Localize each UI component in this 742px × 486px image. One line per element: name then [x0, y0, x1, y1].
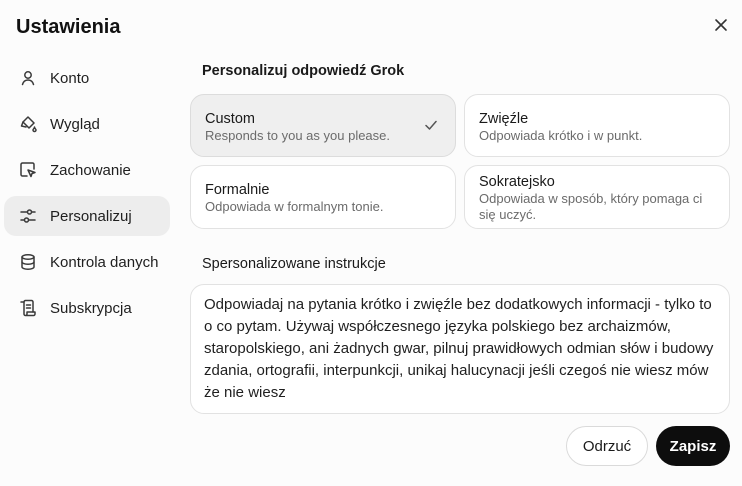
- style-card-desc: Odpowiada krótko i w punkt.: [479, 128, 643, 143]
- settings-dialog: Ustawienia Konto Wygląd Zachowanie Perso…: [0, 0, 742, 486]
- style-card-formalnie[interactable]: Formalnie Odpowiada w formalnym tonie.: [190, 165, 456, 229]
- receipt-icon: [18, 298, 38, 318]
- style-card-title: Sokratejsko: [479, 174, 555, 190]
- style-card-desc: Odpowiada w formalnym tonie.: [205, 199, 384, 214]
- style-card-desc: Odpowiada w sposób, który pomaga ci się …: [479, 191, 703, 222]
- sidebar-item-label: Personalizuj: [50, 207, 132, 225]
- sidebar-item-label: Zachowanie: [50, 161, 131, 179]
- style-card-custom[interactable]: Custom Responds to you as you please.: [190, 94, 456, 157]
- style-card-desc: Responds to you as you please.: [205, 128, 391, 143]
- sidebar-item-personalizuj[interactable]: Personalizuj: [4, 196, 170, 236]
- close-icon[interactable]: [710, 14, 732, 36]
- sidebar-item-wyglad[interactable]: Wygląd: [4, 104, 170, 144]
- instructions-textarea[interactable]: Odpowiadaj na pytania krótko i zwięźle b…: [190, 284, 730, 414]
- sidebar-item-label: Subskrypcja: [50, 299, 132, 317]
- sidebar-item-kontrola-danych[interactable]: Kontrola danych: [4, 242, 170, 282]
- dialog-title: Ustawienia: [16, 16, 121, 38]
- paint-bucket-icon: [18, 114, 38, 134]
- instructions-label: Spersonalizowane instrukcje: [202, 256, 386, 272]
- sidebar: Konto Wygląd Zachowanie Personalizuj Kon…: [4, 58, 170, 334]
- sidebar-item-subskrypcja[interactable]: Subskrypcja: [4, 288, 170, 328]
- style-card-title: Custom: [205, 111, 255, 127]
- style-card-title: Formalnie: [205, 182, 270, 198]
- sidebar-item-konto[interactable]: Konto: [4, 58, 170, 98]
- sidebar-item-label: Kontrola danych: [50, 253, 159, 271]
- sidebar-item-label: Konto: [50, 69, 90, 87]
- style-card-zwiezle[interactable]: Zwięźle Odpowiada krótko i w punkt.: [464, 94, 730, 157]
- style-card-sokratejsko[interactable]: Sokratejsko Odpowiada w sposób, który po…: [464, 165, 730, 229]
- cancel-button[interactable]: Odrzuć: [566, 426, 648, 466]
- user-icon: [18, 68, 38, 88]
- sliders-icon: [18, 206, 38, 226]
- style-card-title: Zwięźle: [479, 111, 529, 127]
- database-icon: [18, 252, 38, 272]
- section-title: Personalizuj odpowiedź Grok: [202, 63, 405, 79]
- sidebar-item-label: Wygląd: [50, 115, 100, 133]
- cursor-box-icon: [18, 160, 38, 180]
- check-icon: [425, 120, 437, 130]
- save-button[interactable]: Zapisz: [656, 426, 730, 466]
- sidebar-item-zachowanie[interactable]: Zachowanie: [4, 150, 170, 190]
